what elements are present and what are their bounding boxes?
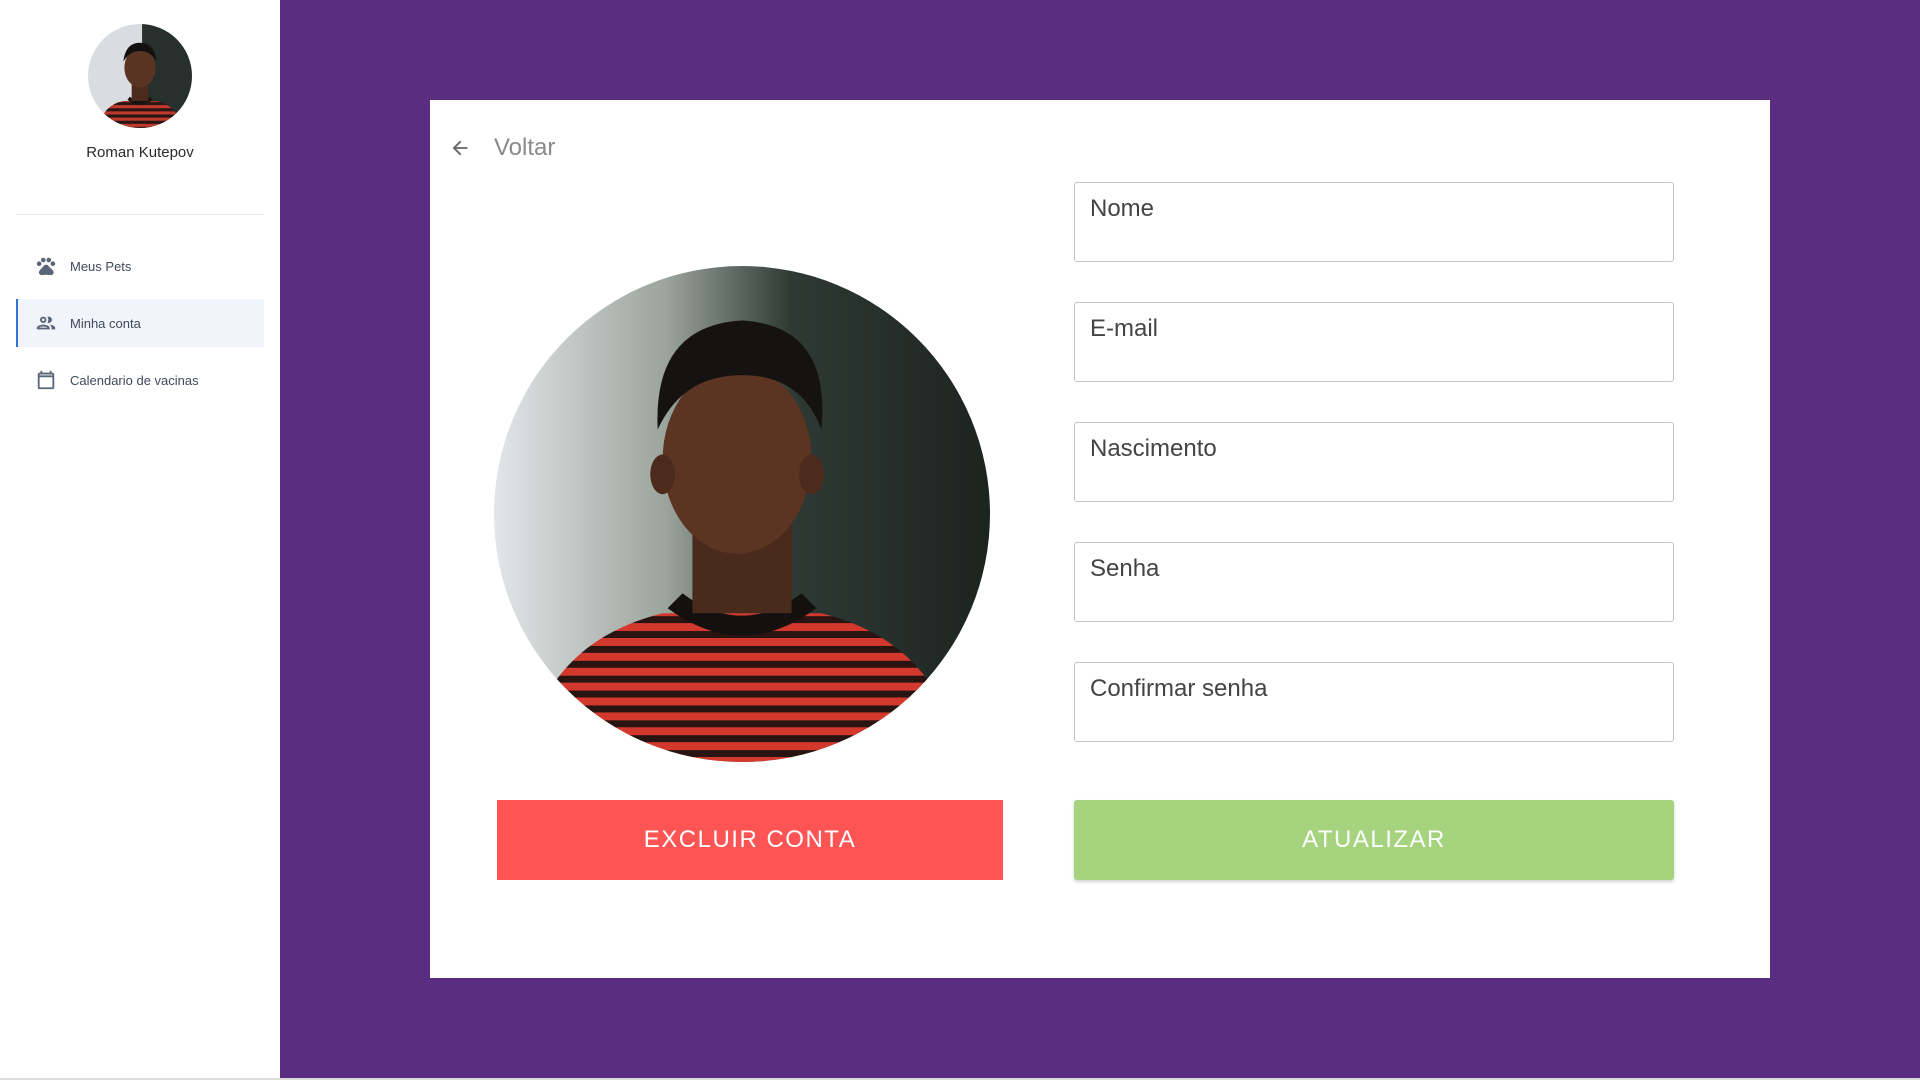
user-name: Roman Kutepov [86, 144, 194, 161]
sidebar-item-label: Meus Pets [70, 258, 132, 274]
sidebar: Roman Kutepov Meus Pets Minha conta Cale… [0, 0, 280, 1080]
birth-label: Nascimento [1090, 435, 1217, 462]
avatar[interactable] [88, 24, 192, 128]
password-label: Senha [1090, 555, 1160, 582]
name-field: Nome [1074, 182, 1674, 262]
sidebar-item-meus-pets[interactable]: Meus Pets [16, 242, 264, 290]
sidebar-item-minha-conta[interactable]: Minha conta [16, 299, 264, 347]
delete-account-button[interactable]: EXCLUIR CONTA [497, 800, 1003, 880]
paw-icon [34, 254, 58, 278]
email-input[interactable] [1090, 345, 1650, 375]
update-button[interactable]: ATUALIZAR [1074, 800, 1674, 880]
password-field: Senha [1074, 542, 1674, 622]
confirm-password-label: Confirmar senha [1090, 675, 1268, 702]
account-card: Voltar Nome E-mail Nascimento Senha Conf… [430, 100, 1770, 978]
sidebar-item-label: Minha conta [70, 315, 141, 331]
email-field: E-mail [1074, 302, 1674, 382]
sidebar-item-calendario[interactable]: Calendario de vacinas [16, 356, 264, 404]
arrow-left-icon [446, 134, 474, 162]
confirm-password-input[interactable] [1090, 705, 1650, 735]
sidebar-nav: Meus Pets Minha conta Calendario de vaci… [16, 242, 264, 413]
birth-field: Nascimento [1074, 422, 1674, 502]
sidebar-divider [16, 214, 264, 215]
people-icon [34, 311, 58, 335]
birth-input[interactable] [1090, 465, 1650, 495]
profile-photo[interactable] [494, 266, 990, 762]
sidebar-item-label: Calendario de vacinas [70, 372, 199, 388]
name-input[interactable] [1090, 225, 1650, 255]
name-label: Nome [1090, 195, 1155, 222]
confirm-password-field: Confirmar senha [1074, 662, 1674, 742]
profile: Roman Kutepov [0, 24, 280, 161]
email-label: E-mail [1090, 315, 1159, 342]
password-input[interactable] [1090, 585, 1650, 615]
back-link[interactable]: Voltar [446, 134, 555, 162]
calendar-icon [34, 368, 58, 392]
back-label: Voltar [494, 134, 556, 161]
